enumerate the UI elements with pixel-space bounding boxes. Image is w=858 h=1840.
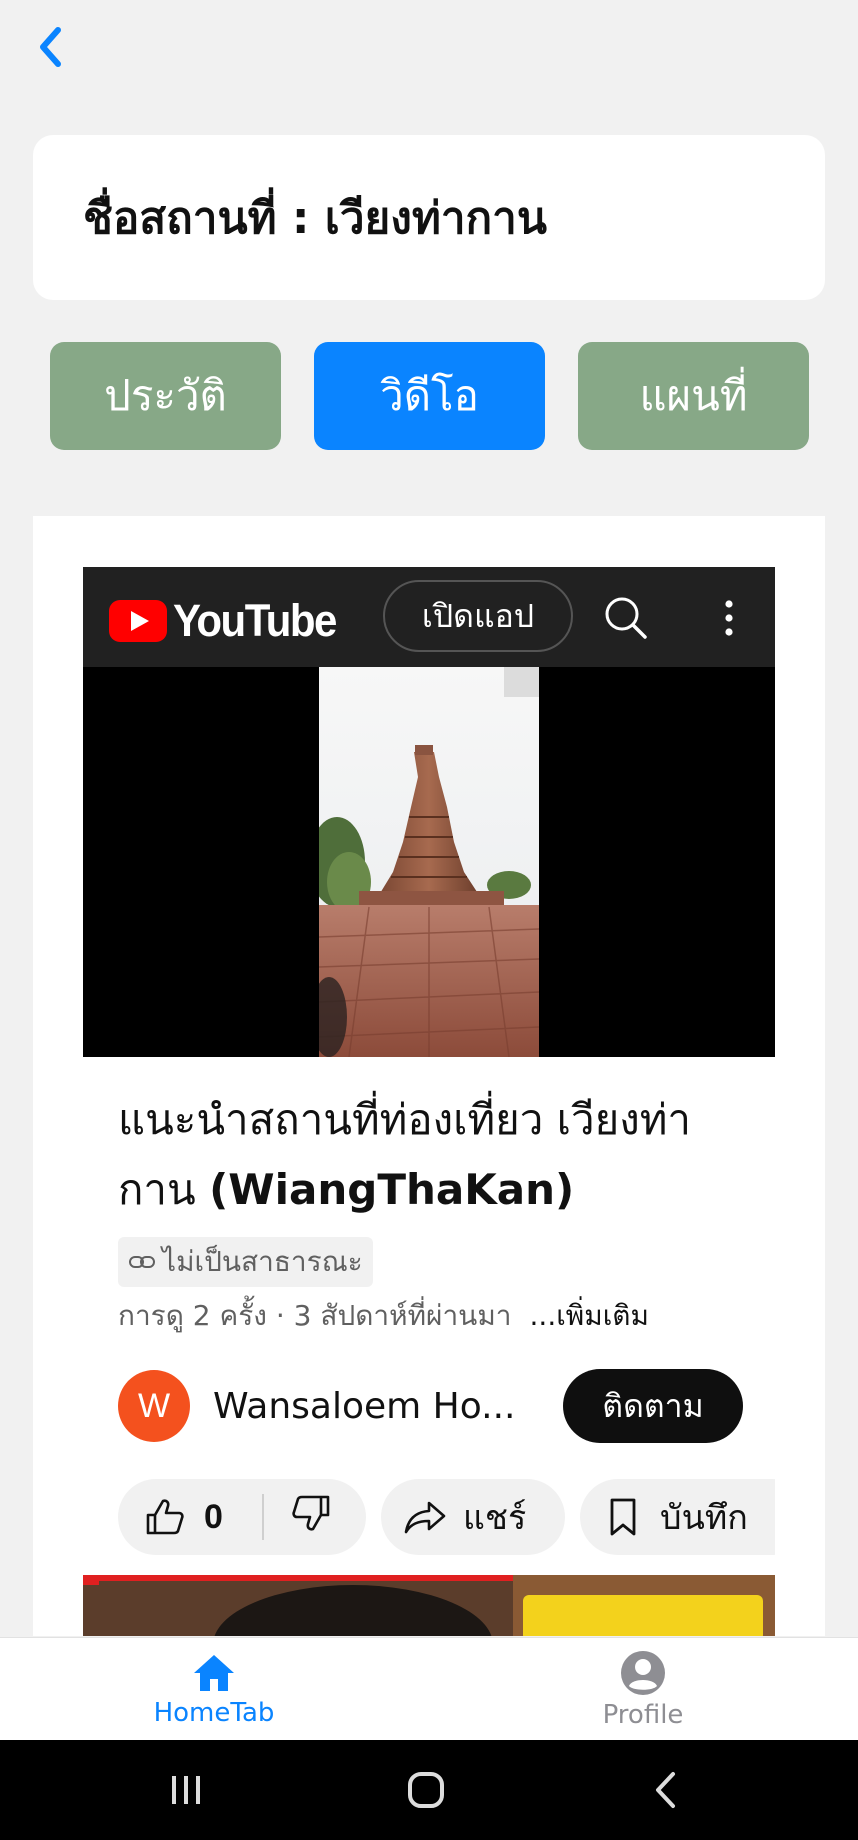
home-square-icon — [408, 1772, 444, 1808]
more-link[interactable]: ...เพิ่มเติม — [530, 1294, 649, 1338]
video-thumbnail — [319, 667, 539, 1057]
privacy-badge: ไม่เป็นสาธารณะ — [118, 1237, 373, 1287]
page-title: ชื่อสถานที่ : เวียงท่ากาน — [83, 192, 547, 244]
subscribe-button[interactable]: ติดตาม — [563, 1369, 743, 1443]
system-nav-bar — [0, 1740, 858, 1840]
tab-profile[interactable]: Profile — [533, 1638, 753, 1741]
title-card: ชื่อสถานที่ : เวียงท่ากาน — [33, 135, 825, 300]
more-vert-icon[interactable] — [715, 595, 743, 641]
like-count: 0 — [204, 1497, 223, 1536]
youtube-logo-text: YouTube — [173, 595, 337, 646]
thumbs-down-icon — [292, 1495, 330, 1531]
search-icon[interactable] — [603, 595, 649, 641]
video-card: YouTube เปิดแอป แนะนำสถานที่ท่องเที่ยว เ… — [33, 516, 825, 1636]
video-title-english: (WiangThaKan) — [209, 1165, 575, 1214]
recent-apps-icon — [172, 1776, 200, 1804]
next-video-thumbnail[interactable] — [83, 1575, 775, 1636]
like-button[interactable]: 0 — [118, 1497, 254, 1537]
share-icon — [404, 1501, 446, 1534]
youtube-logo[interactable]: YouTube — [109, 595, 337, 646]
like-dislike-pill: 0 — [118, 1479, 366, 1555]
back-button[interactable] — [28, 22, 72, 72]
back-nav-button[interactable] — [611, 1740, 721, 1840]
video-title: แนะนำสถานที่ท่องเที่ยว เวียงท่ากาน (Wian… — [118, 1085, 718, 1225]
save-button[interactable]: บันทึก — [580, 1479, 775, 1555]
channel-avatar[interactable]: W — [118, 1370, 190, 1442]
open-app-button[interactable]: เปิดแอป — [383, 580, 573, 652]
recent-apps-button[interactable] — [131, 1740, 241, 1840]
chevron-left-icon — [40, 27, 61, 67]
youtube-embed: YouTube เปิดแอป แนะนำสถานที่ท่องเที่ยว เ… — [83, 567, 775, 1636]
youtube-header: YouTube เปิดแอป — [83, 567, 775, 667]
bookmark-icon — [610, 1498, 636, 1536]
tab-video[interactable]: วิดีโอ — [314, 342, 545, 450]
thumbs-up-icon — [146, 1499, 184, 1535]
link-icon — [129, 1256, 155, 1268]
home-icon — [194, 1654, 234, 1691]
bottom-tab-bar: HomeTab Profile — [0, 1637, 858, 1741]
back-nav-icon — [656, 1772, 675, 1808]
video-player[interactable] — [83, 667, 775, 1057]
home-nav-button[interactable] — [371, 1740, 481, 1840]
dislike-button[interactable] — [290, 1493, 332, 1542]
share-button[interactable]: แชร์ — [381, 1479, 565, 1555]
profile-icon — [621, 1650, 665, 1695]
share-label: แชร์ — [463, 1498, 527, 1538]
tab-hometab-label: HomeTab — [153, 1697, 275, 1728]
tab-hometab[interactable]: HomeTab — [104, 1638, 324, 1741]
tab-map[interactable]: แผนที่ — [578, 342, 809, 450]
youtube-play-icon — [109, 600, 167, 642]
privacy-label: ไม่เป็นสาธารณะ — [162, 1245, 363, 1278]
video-meta: การดู 2 ครั้ง · 3 สัปดาห์ที่ผ่านมา ...เพ… — [118, 1293, 649, 1339]
tab-history[interactable]: ประวัติ — [50, 342, 281, 450]
channel-name[interactable]: Wansaloem Ho... — [213, 1370, 515, 1442]
view-info: การดู 2 ครั้ง · 3 สัปดาห์ที่ผ่านมา — [118, 1299, 512, 1332]
save-label: บันทึก — [660, 1498, 748, 1538]
pill-divider — [262, 1494, 264, 1540]
tab-profile-label: Profile — [602, 1699, 684, 1730]
